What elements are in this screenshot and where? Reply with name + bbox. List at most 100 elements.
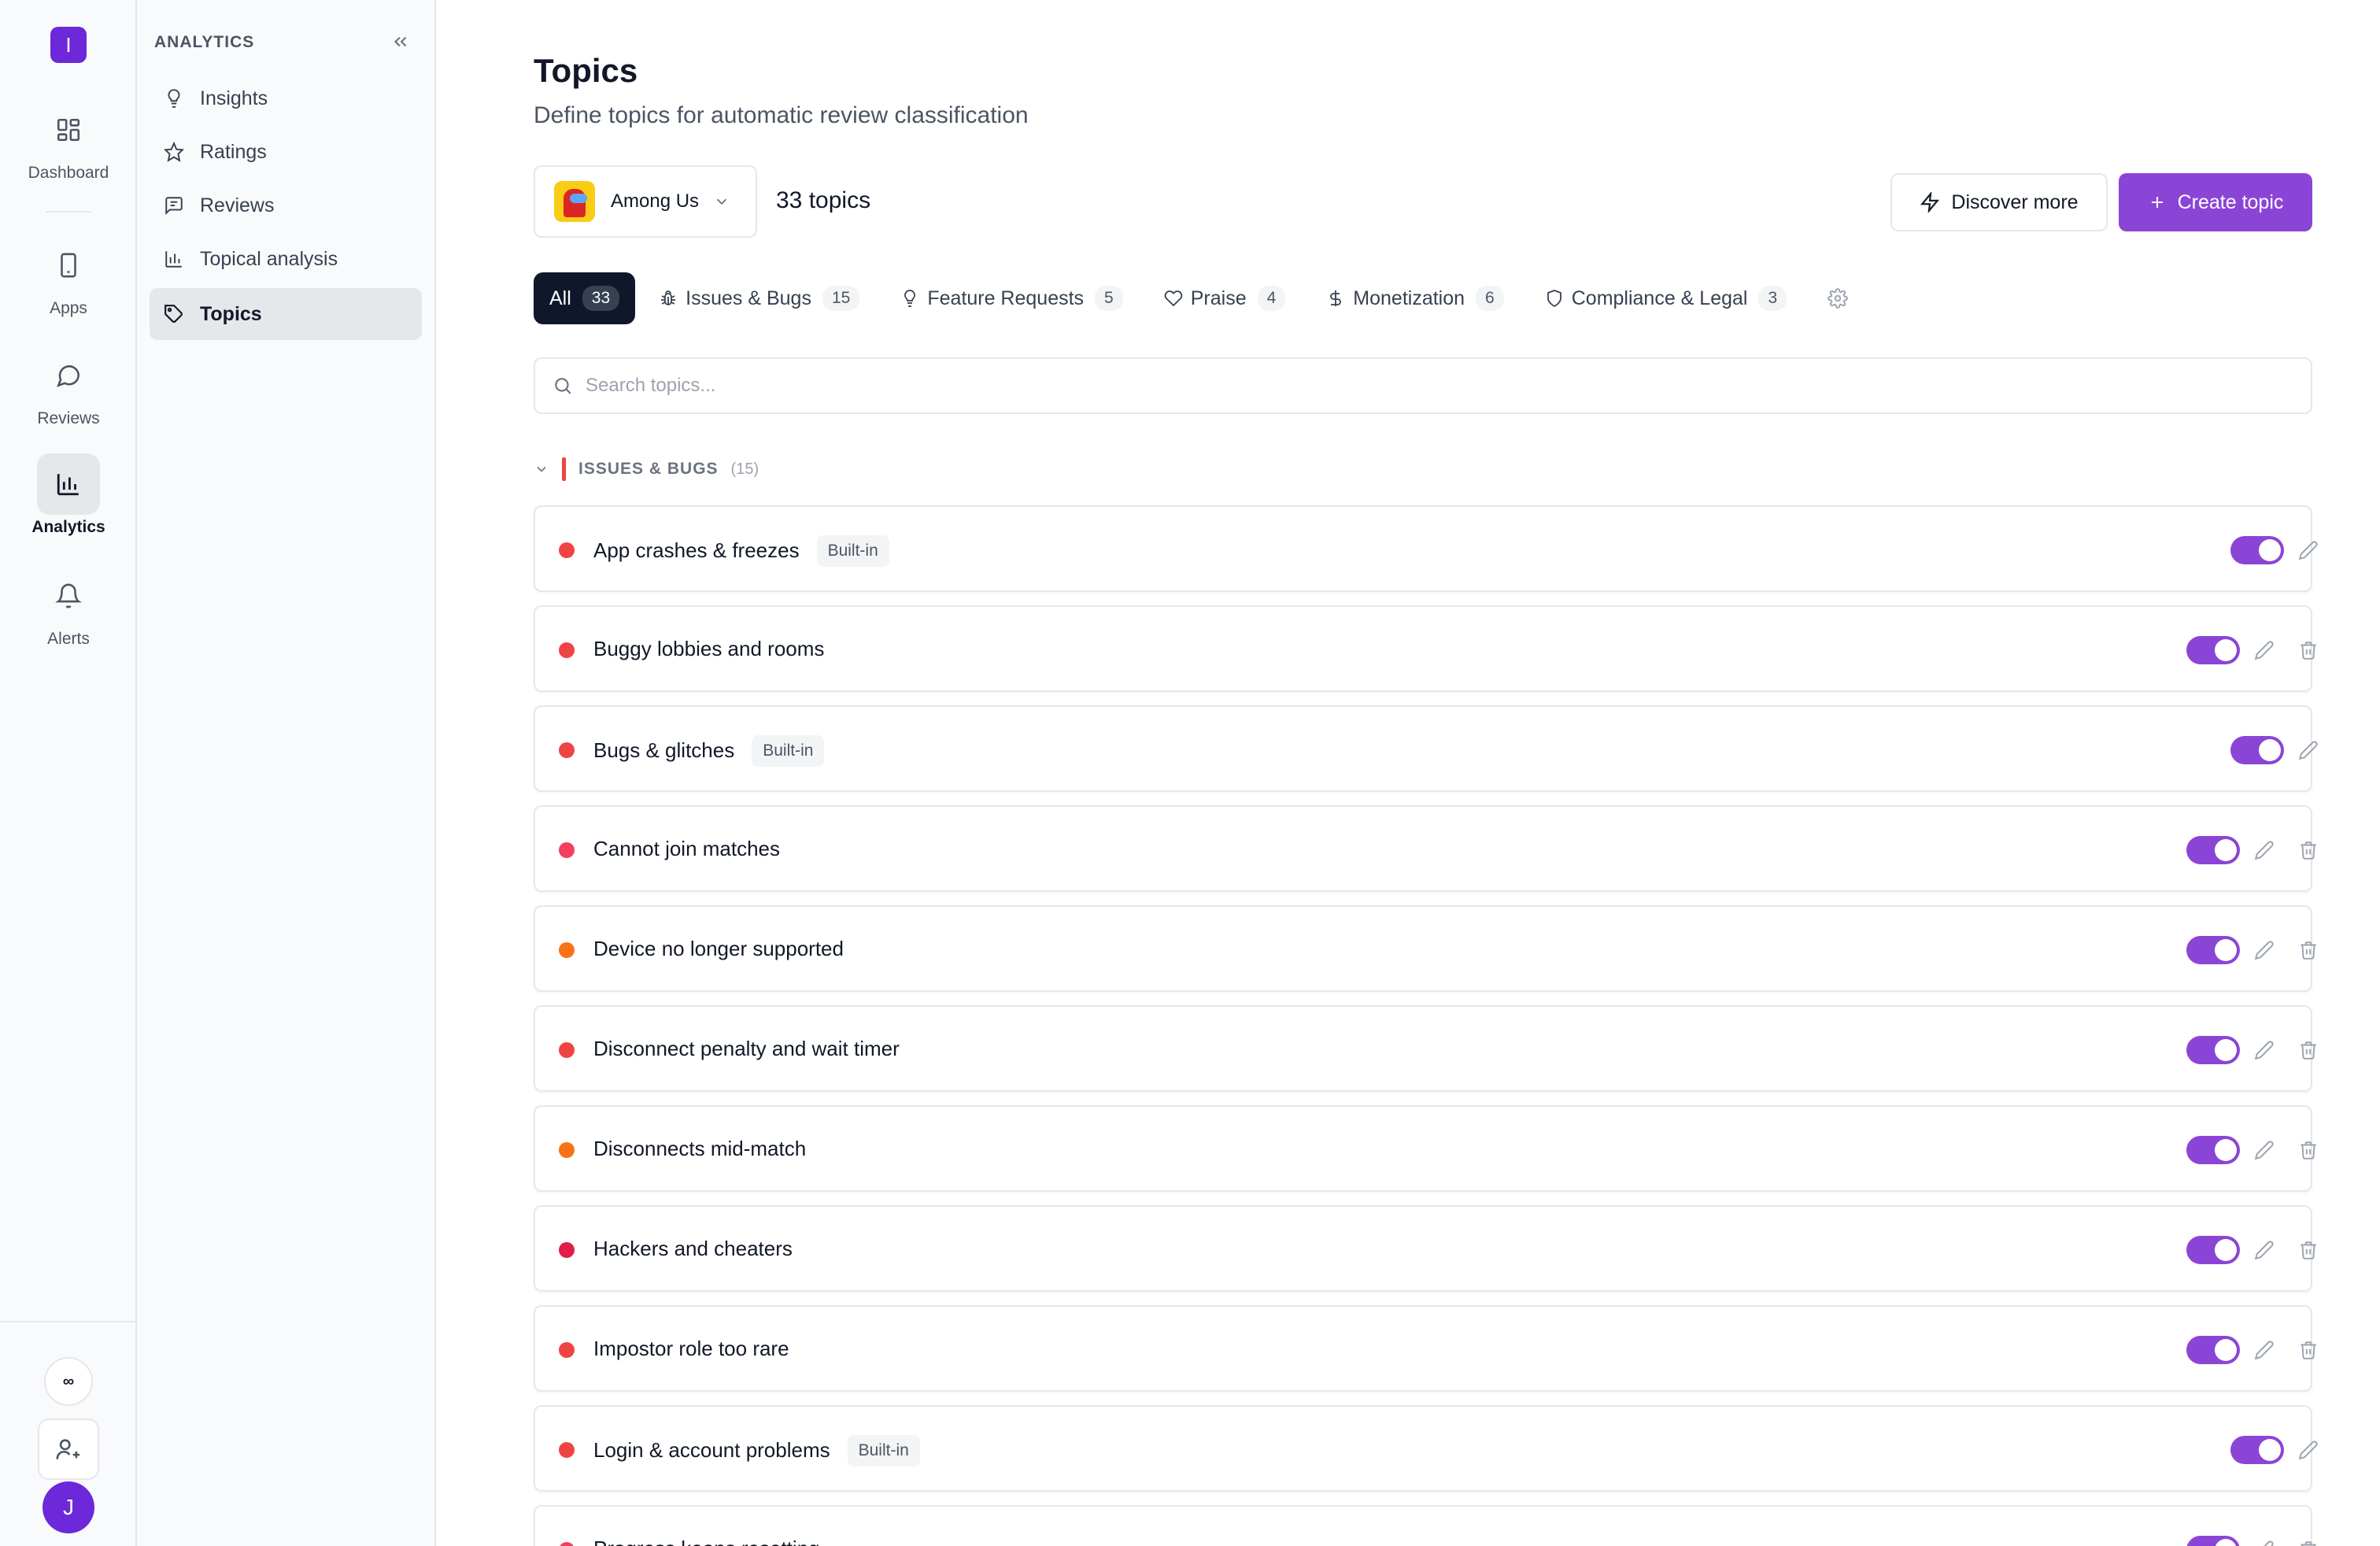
edit-button[interactable] — [2298, 740, 2319, 764]
topic-enabled-toggle[interactable] — [2230, 536, 2284, 564]
edit-button[interactable] — [2254, 840, 2275, 864]
group-header-issues-bugs[interactable]: ISSUES & BUGS (15) — [534, 457, 759, 482]
trash-icon — [2301, 1341, 2316, 1359]
delete-button[interactable] — [2298, 640, 2319, 664]
group-count: (15) — [730, 460, 759, 478]
app-logo[interactable]: I — [50, 27, 87, 63]
lightbulb-icon — [168, 89, 180, 108]
rail-item-apps[interactable]: Apps — [0, 235, 137, 318]
filter-praise[interactable]: Praise 4 — [1164, 286, 1286, 311]
topic-enabled-toggle[interactable] — [2186, 1336, 2240, 1364]
toggle-knob — [2215, 839, 2237, 861]
subnav-item-insights[interactable]: Insights — [150, 72, 422, 124]
filter-count: 6 — [1476, 286, 1504, 311]
delete-button[interactable] — [2298, 840, 2319, 864]
topic-name: Progress keeps resetting — [593, 1537, 820, 1546]
rail-item-alerts[interactable]: Alerts — [0, 565, 137, 649]
subnav-item-topical-analysis[interactable]: Topical analysis — [150, 233, 422, 285]
topic-enabled-toggle[interactable] — [2230, 1436, 2284, 1464]
edit-button[interactable] — [2254, 1340, 2275, 1364]
topic-row[interactable]: Progress keeps resetting — [534, 1505, 2316, 1546]
topic-enabled-toggle[interactable] — [2186, 1236, 2240, 1264]
pencil-icon — [2254, 641, 2274, 660]
delete-button[interactable] — [2298, 1540, 2319, 1546]
delete-button[interactable] — [2298, 1140, 2319, 1164]
topic-row[interactable]: Buggy lobbies and rooms — [534, 605, 2316, 692]
delete-button[interactable] — [2298, 1040, 2319, 1064]
edit-button[interactable] — [2254, 1540, 2275, 1546]
divider — [46, 211, 91, 213]
lightbulb-icon — [904, 290, 916, 307]
topic-row[interactable]: Cannot join matches — [534, 805, 2316, 892]
filter-feature-requests[interactable]: Feature Requests 5 — [900, 286, 1123, 311]
infinity-button[interactable]: ∞ — [44, 1357, 93, 1406]
topic-row[interactable]: App crashes & freezes Built-in — [534, 505, 2318, 592]
topic-row[interactable]: Login & account problems Built-in — [534, 1405, 2318, 1492]
create-topic-button[interactable]: Create topic — [2119, 173, 2312, 231]
subnav-item-ratings[interactable]: Ratings — [150, 126, 422, 178]
star-icon — [164, 142, 184, 162]
topic-row[interactable]: Disconnects mid-match — [534, 1105, 2316, 1192]
topic-enabled-toggle[interactable] — [2186, 1536, 2240, 1546]
topic-name-wrap: Cannot join matches — [593, 837, 780, 861]
filter-settings-button[interactable] — [1828, 288, 1856, 309]
search-input[interactable] — [586, 375, 2160, 397]
pencil-icon — [2264, 1540, 2274, 1546]
rail-item-dashboard[interactable]: Dashboard — [0, 99, 137, 183]
topic-enabled-toggle[interactable] — [2186, 1136, 2240, 1164]
user-plus-icon — [56, 1439, 80, 1459]
topic-enabled-toggle[interactable] — [2186, 636, 2240, 664]
delete-button[interactable] — [2298, 1240, 2319, 1264]
filter-all[interactable]: All 33 — [534, 272, 636, 324]
topic-enabled-toggle[interactable] — [2186, 836, 2240, 864]
topic-enabled-toggle[interactable] — [2230, 736, 2284, 764]
filter-count: 15 — [822, 286, 860, 311]
topic-row[interactable]: Disconnect penalty and wait timer — [534, 1005, 2316, 1092]
toggle-knob — [2215, 1539, 2237, 1546]
collapse-sidebar-icon[interactable] — [390, 31, 411, 56]
edit-button[interactable] — [2298, 1440, 2319, 1464]
app-selector[interactable]: Among Us — [534, 165, 757, 238]
edit-button[interactable] — [2254, 1240, 2275, 1264]
trash-icon — [2301, 841, 2316, 860]
topic-name-wrap: Disconnect penalty and wait timer — [593, 1037, 900, 1061]
edit-button[interactable] — [2254, 940, 2275, 964]
topic-enabled-toggle[interactable] — [2186, 1036, 2240, 1064]
topic-color-dot — [559, 1342, 575, 1358]
delete-button[interactable] — [2298, 1340, 2319, 1364]
edit-button[interactable] — [2254, 1140, 2275, 1164]
topic-name-wrap: App crashes & freezes Built-in — [593, 535, 889, 568]
topic-name: Impostor role too rare — [593, 1337, 789, 1360]
user-avatar[interactable]: J — [42, 1481, 94, 1533]
filter-monetization[interactable]: Monetization 6 — [1326, 286, 1504, 311]
topic-enabled-toggle[interactable] — [2186, 936, 2240, 964]
search-bar[interactable] — [534, 357, 2312, 414]
filter-issues-bugs[interactable]: Issues & Bugs 15 — [659, 286, 860, 311]
edit-button[interactable] — [2254, 640, 2275, 664]
topic-row[interactable]: Bugs & glitches Built-in — [534, 705, 2318, 792]
rail-item-analytics[interactable]: Analytics — [0, 453, 137, 537]
group-name: ISSUES & BUGS — [578, 460, 719, 478]
topic-name: Disconnect penalty and wait timer — [593, 1037, 900, 1060]
topic-name: App crashes & freezes — [593, 538, 800, 562]
subnav-item-reviews[interactable]: Reviews — [150, 179, 422, 231]
discover-more-button[interactable]: Discover more — [1890, 173, 2108, 231]
delete-button[interactable] — [2298, 940, 2319, 964]
topic-name-wrap: Disconnects mid-match — [593, 1137, 806, 1161]
topic-row[interactable]: Device no longer supported — [534, 905, 2316, 992]
topic-color-dot — [559, 1242, 575, 1258]
dollar-icon — [1330, 290, 1342, 306]
rail-item-reviews[interactable]: Reviews — [0, 345, 137, 428]
toggle-knob — [2259, 539, 2281, 561]
filter-compliance-legal[interactable]: Compliance & Legal 3 — [1545, 286, 1787, 311]
add-user-button[interactable] — [38, 1418, 99, 1480]
topic-row[interactable]: Impostor role too rare — [534, 1305, 2316, 1392]
subnav-item-topics[interactable]: Topics — [150, 288, 422, 340]
edit-button[interactable] — [2254, 1040, 2275, 1064]
built-in-badge: Built-in — [752, 735, 825, 767]
topic-row[interactable]: Hackers and cheaters — [534, 1205, 2316, 1292]
rail-label: Analytics — [31, 518, 105, 536]
filter-count: 33 — [582, 286, 620, 311]
trash-icon — [2301, 1541, 2316, 1546]
edit-button[interactable] — [2298, 540, 2319, 564]
